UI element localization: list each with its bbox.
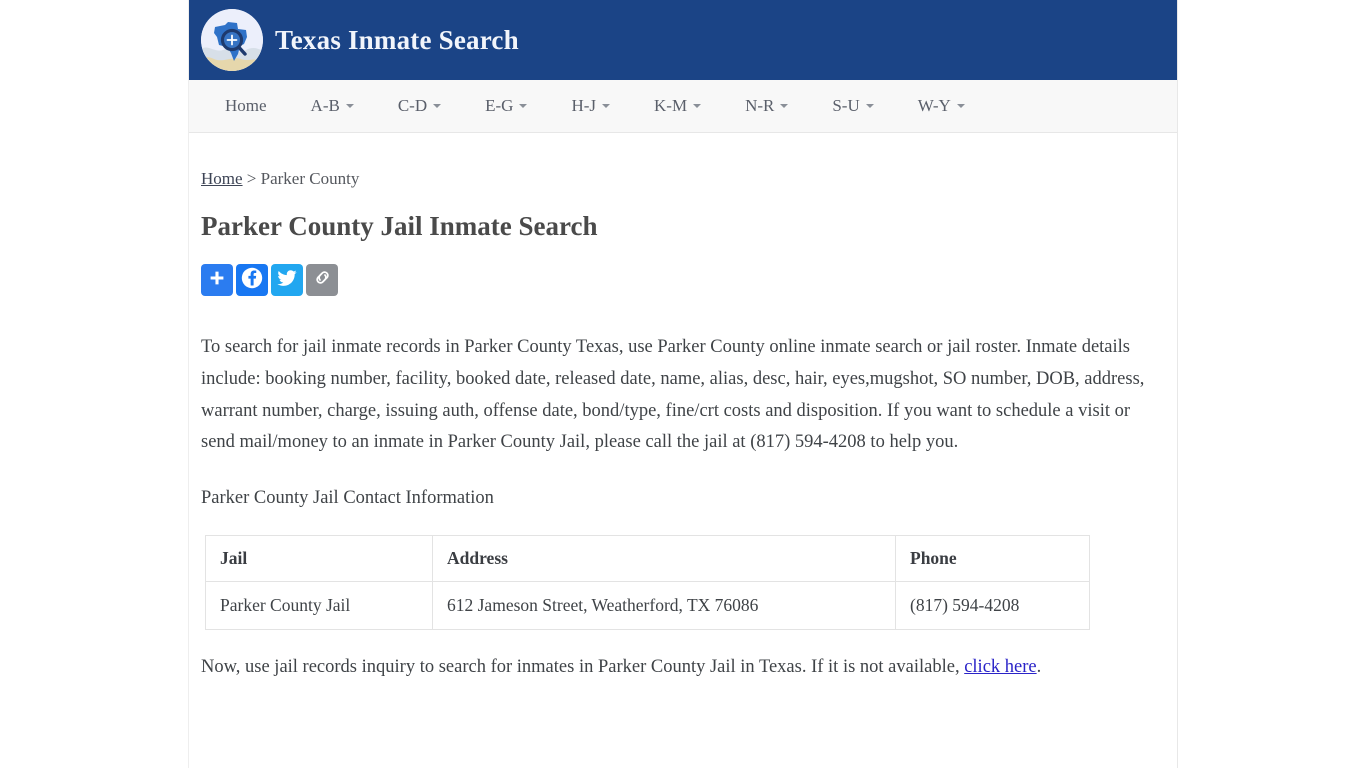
table-header-phone: Phone	[895, 535, 1090, 583]
site-title: Texas Inmate Search	[275, 24, 519, 55]
table-row: Parker County Jail 612 Jameson Street, W…	[205, 581, 1090, 631]
chevron-down-icon	[519, 104, 528, 108]
nav-item-label: C-D	[397, 96, 428, 115]
click-here-link[interactable]: click here	[964, 657, 1036, 677]
nav-item-home[interactable]: Home	[203, 90, 289, 122]
chevron-down-icon	[865, 104, 874, 108]
page-title: Parker County Jail Inmate Search	[201, 211, 598, 241]
closing-paragraph: Now, use jail records inquiry to search …	[201, 652, 1163, 684]
nav-item-h-j[interactable]: H-J	[549, 90, 632, 122]
closing-text-after: .	[1036, 657, 1042, 678]
share-buttons	[201, 264, 1163, 296]
chain-link-icon	[312, 267, 333, 293]
plus-icon	[207, 268, 227, 293]
nav-item-c-d[interactable]: C-D	[376, 90, 463, 122]
nav-item-label: S-U	[832, 96, 860, 115]
share-addthis-button[interactable]	[201, 264, 233, 296]
breadcrumb-separator: >	[242, 169, 261, 188]
share-facebook-button[interactable]	[236, 264, 268, 296]
chevron-down-icon	[433, 104, 442, 108]
share-twitter-button[interactable]	[271, 264, 303, 296]
page: Texas Inmate Search Home A-B C-D E-G H-J…	[0, 0, 1366, 768]
intro-paragraph: To search for jail inmate records in Par…	[201, 337, 1145, 453]
site-header: Texas Inmate Search	[189, 0, 1177, 80]
chevron-down-icon	[780, 104, 789, 108]
nav-item-label: H-J	[571, 96, 596, 115]
nav-item-w-y[interactable]: W-Y	[896, 90, 987, 122]
nav-item-label: E-G	[485, 96, 514, 115]
nav-item-s-u[interactable]: S-U	[810, 90, 895, 122]
share-copy-link-button[interactable]	[306, 264, 338, 296]
table-header-address: Address	[432, 535, 896, 583]
nav-item-label: N-R	[745, 96, 775, 115]
cell-phone: (817) 594-4208	[895, 581, 1090, 631]
chevron-down-icon	[693, 104, 702, 108]
nav-item-label: K-M	[654, 96, 688, 115]
twitter-icon	[276, 267, 298, 294]
table-header-row: Jail Address Phone	[205, 535, 1090, 583]
nav-item-n-r[interactable]: N-R	[723, 90, 810, 122]
contact-table: Jail Address Phone Parker County Jail 61…	[205, 535, 1090, 631]
nav-item-label: W-Y	[917, 96, 951, 115]
nav-item-label: Home	[225, 96, 267, 115]
breadcrumb-current: Parker County	[260, 169, 360, 188]
table-header-jail: Jail	[205, 535, 433, 583]
closing-text-before: Now, use jail records inquiry to search …	[201, 657, 965, 678]
cell-address: 612 Jameson Street, Weatherford, TX 7608…	[432, 581, 896, 631]
chevron-down-icon	[345, 104, 354, 108]
breadcrumb-link-home[interactable]: Home	[201, 169, 243, 188]
cell-jail: Parker County Jail	[205, 581, 433, 631]
texas-map-magnifier-icon	[201, 9, 263, 71]
contact-heading: Parker County Jail Contact Information	[201, 488, 494, 509]
main-navigation: Home A-B C-D E-G H-J K-M N-R S-U W-Y	[189, 80, 1177, 133]
site-container: Texas Inmate Search Home A-B C-D E-G H-J…	[188, 0, 1178, 768]
nav-item-k-m[interactable]: K-M	[632, 90, 723, 122]
main-content: Home > Parker County Parker County Jail …	[189, 133, 1177, 684]
chevron-down-icon	[956, 104, 965, 108]
nav-item-e-g[interactable]: E-G	[463, 90, 549, 122]
nav-item-label: A-B	[310, 96, 340, 115]
chevron-down-icon	[602, 104, 610, 108]
breadcrumb: Home > Parker County	[201, 169, 1163, 189]
facebook-icon	[240, 266, 264, 295]
nav-item-a-b[interactable]: A-B	[289, 90, 376, 122]
